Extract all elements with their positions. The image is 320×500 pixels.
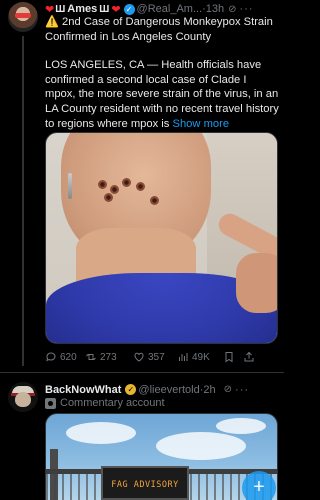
image-hand bbox=[236, 253, 277, 313]
image-lesion bbox=[98, 180, 107, 189]
commentary-icon bbox=[45, 397, 56, 409]
share-icon bbox=[244, 351, 254, 362]
image-lesion bbox=[104, 193, 113, 202]
heart-emoji-icon: ❤ bbox=[45, 3, 55, 16]
action-bar: 620 273 357 49K bbox=[45, 350, 280, 364]
tally-emoji-icon: Ш bbox=[99, 3, 110, 15]
image-lesion bbox=[150, 196, 159, 205]
views-button[interactable]: 49K bbox=[177, 351, 223, 363]
grok-icon[interactable]: ⊘ bbox=[224, 384, 232, 395]
compose-button[interactable]: + bbox=[242, 471, 276, 500]
tweet-image[interactable] bbox=[45, 132, 278, 344]
views-chart-icon bbox=[179, 353, 188, 361]
image-road-sign: FAG ADVISORY bbox=[101, 466, 189, 500]
more-options-icon[interactable]: ··· bbox=[235, 384, 249, 396]
verified-badge-icon: ✓ bbox=[123, 3, 135, 15]
display-name[interactable]: Ames bbox=[67, 3, 97, 15]
image-lesion bbox=[122, 178, 131, 187]
warning-icon: ⚠️ bbox=[45, 16, 59, 28]
image-cloud bbox=[156, 432, 246, 460]
repost-icon bbox=[86, 353, 96, 361]
more-options-icon[interactable]: ··· bbox=[240, 3, 254, 15]
reply-button[interactable]: 620 bbox=[45, 351, 85, 363]
tweet-header: BackNowWhat ✓ @lieevertold · 2h ⊘ ··· bbox=[45, 383, 278, 396]
image-cloud bbox=[216, 418, 266, 434]
reply-icon bbox=[46, 352, 56, 362]
like-count: 357 bbox=[148, 351, 165, 363]
bookmark-button[interactable] bbox=[223, 351, 243, 363]
handle[interactable]: @lieevertold bbox=[138, 384, 199, 396]
grok-icon[interactable]: ⊘ bbox=[228, 4, 236, 15]
image-cloud bbox=[66, 422, 136, 444]
avatar[interactable] bbox=[8, 382, 38, 412]
tweet-divider bbox=[0, 372, 284, 373]
image-earring bbox=[68, 173, 72, 199]
account-label: Commentary account bbox=[45, 397, 165, 409]
avatar[interactable] bbox=[8, 2, 38, 32]
timestamp[interactable]: 2h bbox=[203, 384, 215, 396]
tally-emoji-icon: Ш bbox=[55, 3, 66, 15]
repost-button[interactable]: 273 bbox=[85, 351, 133, 363]
repost-count: 273 bbox=[100, 351, 117, 363]
image-lesion bbox=[110, 185, 119, 194]
tweet-text: ⚠️ 2nd Case of Dangerous Monkeypox Strai… bbox=[45, 15, 280, 145]
timestamp[interactable]: 13h bbox=[206, 3, 224, 15]
bookmark-icon bbox=[225, 352, 233, 363]
share-button[interactable] bbox=[243, 351, 257, 363]
display-name[interactable]: BackNowWhat bbox=[45, 384, 121, 396]
views-count: 49K bbox=[192, 351, 210, 363]
show-more-link[interactable]: Show more bbox=[172, 118, 229, 130]
handle[interactable]: @Real_Am... bbox=[137, 3, 203, 15]
body-text: LOS ANGELES, CA — Health officials have … bbox=[45, 59, 279, 130]
thread-line bbox=[22, 36, 24, 366]
heart-emoji-icon: ❤ bbox=[111, 3, 121, 16]
heart-icon bbox=[134, 352, 144, 362]
reply-count: 620 bbox=[60, 351, 77, 363]
headline: 2nd Case of Dangerous Monkeypox Strain C… bbox=[45, 16, 273, 43]
verified-badge-icon: ✓ bbox=[125, 384, 137, 395]
image-lesion bbox=[136, 182, 145, 191]
tweet-header: ❤ Ш Ames Ш ❤ ✓ @Real_Am... · 13h ⊘ ··· bbox=[45, 2, 278, 16]
account-label-text: Commentary account bbox=[60, 397, 165, 409]
like-button[interactable]: 357 bbox=[133, 351, 177, 363]
